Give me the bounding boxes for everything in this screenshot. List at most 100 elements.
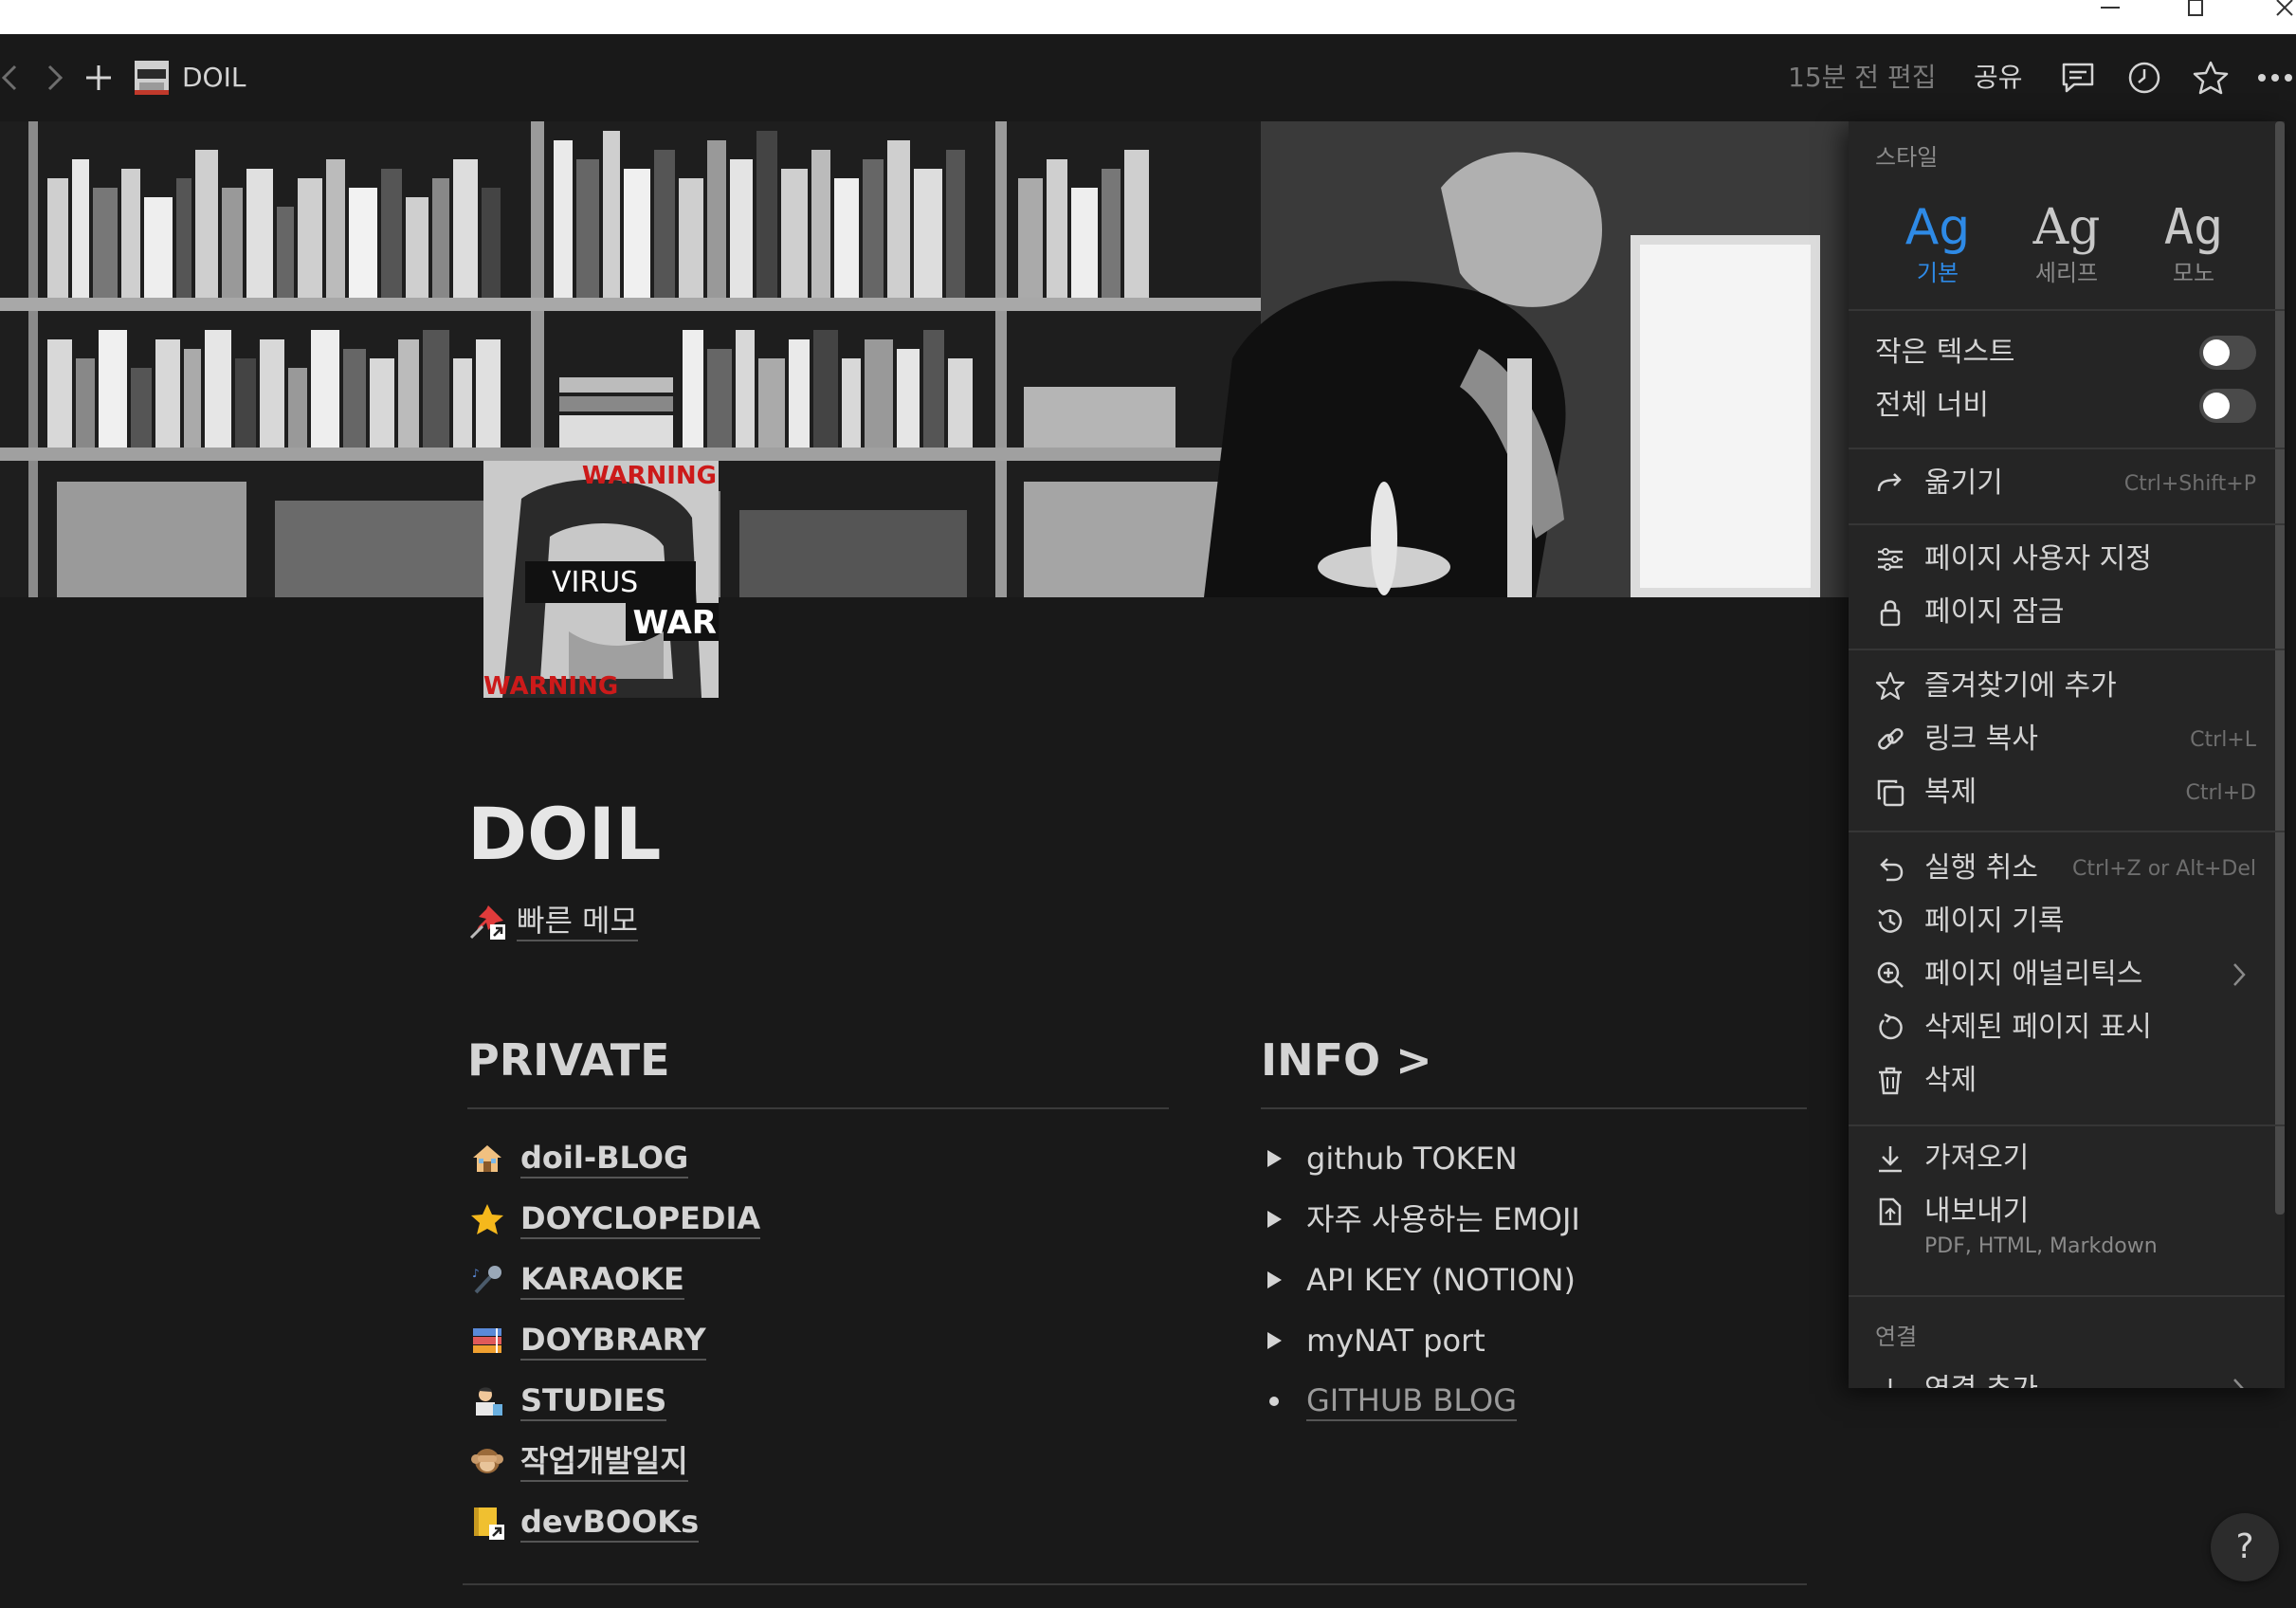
undo-icon — [1880, 858, 1904, 882]
font-default-option[interactable]: Ag 기본 — [1881, 197, 1995, 288]
favorite-star-icon[interactable] — [2190, 57, 2232, 99]
back-button[interactable] — [0, 57, 30, 99]
page-icon[interactable]: WARNING VIRUS WAR WARNING — [483, 461, 719, 698]
trash-icon — [1879, 1067, 1902, 1095]
history-clock-icon — [1878, 909, 1903, 933]
private-item-doybrary[interactable]: DOYBRARY — [467, 1310, 760, 1371]
notebook-icon — [467, 1503, 507, 1543]
bottom-divider — [463, 1583, 1807, 1585]
books-icon — [467, 1321, 507, 1361]
connections-section-label: 연결 — [1875, 1324, 1918, 1350]
share-button[interactable]: 공유 — [1974, 61, 2023, 95]
toggle-api-key[interactable]: API KEY (NOTION) — [1261, 1250, 1580, 1310]
font-default-sample: Ag — [1904, 199, 1971, 256]
forward-button[interactable] — [34, 57, 76, 99]
download-icon — [1879, 1146, 1902, 1173]
icon-text-warning-top: WARNING — [582, 462, 717, 490]
breadcrumb-page-title[interactable]: DOIL — [182, 61, 246, 95]
small-text-toggle[interactable] — [2199, 336, 2256, 370]
full-width-toggle[interactable] — [2199, 389, 2256, 423]
toggle-arrow-icon[interactable] — [1261, 1206, 1287, 1233]
help-button[interactable]: ? — [2211, 1513, 2279, 1581]
page-options-menu: 스타일 Ag 기본 Ag 세리프 Ag 모노 작은 텍스트 전체 너비 옮기기 … — [1849, 121, 2285, 1388]
private-item-doil-blog[interactable]: doil-BLOG — [467, 1128, 760, 1189]
toggle-arrow-icon[interactable] — [1261, 1327, 1287, 1354]
link-icon — [1878, 728, 1904, 750]
menu-add-connection[interactable]: 연결 추가 — [1849, 1363, 2285, 1388]
plus-icon — [1888, 1379, 1892, 1388]
private-item-studies[interactable]: STUDIES — [467, 1371, 760, 1432]
move-arrow-icon — [1877, 473, 1902, 492]
info-heading[interactable]: INFO > — [1261, 1030, 1432, 1090]
icon-text-virus: VIRUS — [552, 566, 638, 599]
private-item-karaoke[interactable]: ♪ KARAOKE — [467, 1250, 760, 1310]
quick-memo-label[interactable]: 빠른 메모 — [517, 902, 638, 941]
menu-separator — [1849, 523, 2285, 525]
toggle-frequent-emoji[interactable]: 자주 사용하는 EMOJI — [1261, 1189, 1580, 1250]
menu-export[interactable]: 내보내기 PDF, HTML, Markdown — [1849, 1185, 2285, 1270]
cover-image[interactable] — [0, 121, 1849, 597]
menu-delete[interactable]: 삭제 — [1849, 1054, 2285, 1107]
menu-page-history[interactable]: 페이지 기록 — [1849, 895, 2285, 948]
private-item-devbooks[interactable]: devBOOKs — [467, 1492, 760, 1553]
menu-customize-page[interactable]: 페이지 사용자 지정 — [1849, 533, 2285, 586]
menu-separator — [1849, 649, 2285, 650]
menu-import[interactable]: 가져오기 — [1849, 1132, 2285, 1185]
toggle-arrow-icon[interactable] — [1261, 1267, 1287, 1293]
new-page-button[interactable] — [78, 57, 119, 99]
scientist-icon — [467, 1381, 507, 1421]
menu-separator — [1849, 1124, 2285, 1126]
bullet-dot-icon — [1261, 1388, 1287, 1415]
full-width-row[interactable]: 전체 너비 — [1849, 379, 2256, 432]
menu-separator — [1849, 831, 2285, 832]
font-serif-option[interactable]: Ag 세리프 — [2010, 197, 2123, 288]
private-list: doil-BLOG DOYCLOPEDIA ♪ KARAOKE DOYBRARY… — [467, 1128, 761, 1553]
chevron-right-icon — [2233, 963, 2246, 986]
more-options-icon[interactable] — [2254, 57, 2296, 99]
minimize-button[interactable] — [2082, 0, 2139, 34]
monkey-icon — [467, 1442, 507, 1482]
zoom-analytics-icon — [1877, 961, 1904, 988]
menu-show-deleted[interactable]: 삭제된 페이지 표시 — [1849, 1001, 2285, 1054]
pushpin-icon — [467, 902, 507, 941]
menu-undo[interactable]: 실행 취소 Ctrl+Z or Alt+Del — [1849, 842, 2285, 895]
house-icon — [467, 1139, 507, 1179]
menu-separator — [1849, 448, 2285, 449]
toggle-arrow-icon[interactable] — [1261, 1145, 1287, 1172]
private-heading: PRIVATE — [467, 1034, 670, 1086]
star-outline-icon — [1875, 671, 1905, 701]
private-item-work-log[interactable]: 작업개발일지 — [467, 1432, 760, 1492]
private-item-doyclopedia[interactable]: DOYCLOPEDIA — [467, 1189, 761, 1250]
menu-duplicate[interactable]: 복제 Ctrl+D — [1849, 766, 2285, 819]
microphone-icon: ♪ — [467, 1260, 507, 1300]
small-text-row[interactable]: 작은 텍스트 — [1849, 326, 2256, 379]
menu-separator — [1849, 1295, 2285, 1297]
chevron-right-icon — [2233, 1379, 2244, 1388]
restore-icon — [1879, 1013, 1903, 1040]
quick-memo-link[interactable]: 빠른 메모 — [467, 902, 638, 941]
page-icon-small[interactable] — [131, 57, 173, 99]
menu-move[interactable]: 옮기기 Ctrl+Shift+P — [1849, 457, 2285, 510]
menu-separator — [1849, 309, 2285, 311]
duplicate-icon — [1877, 779, 1904, 807]
menu-add-favorite[interactable]: 즐겨찾기에 추가 — [1849, 660, 2285, 713]
font-serif-sample: Ag — [2032, 199, 2101, 256]
window-titlebar — [0, 0, 2296, 34]
sliders-icon — [1878, 548, 1903, 571]
font-mono-option[interactable]: Ag 모노 — [2137, 197, 2250, 288]
toggle-mynat-port[interactable]: myNAT port — [1261, 1310, 1580, 1371]
maximize-button[interactable] — [2167, 0, 2224, 34]
edited-timestamp: 15분 전 편집 — [1788, 62, 1937, 93]
history-icon[interactable] — [2123, 57, 2165, 99]
bullet-github-blog[interactable]: GITHUB BLOG — [1261, 1371, 1580, 1432]
menu-page-analytics[interactable]: 페이지 애널리틱스 — [1849, 948, 2285, 1001]
page-title[interactable]: DOIL — [467, 789, 661, 880]
close-window-button[interactable] — [2256, 0, 2296, 34]
export-formats: PDF, HTML, Markdown — [1924, 1234, 2158, 1258]
icon-text-war: WAR — [633, 604, 717, 642]
toggle-github-token[interactable]: github TOKEN — [1261, 1128, 1580, 1189]
menu-lock-page[interactable]: 페이지 잠금 — [1849, 586, 2285, 639]
info-divider — [1261, 1107, 1807, 1109]
comments-icon[interactable] — [2057, 57, 2099, 99]
menu-copy-link[interactable]: 링크 복사 Ctrl+L — [1849, 713, 2285, 766]
